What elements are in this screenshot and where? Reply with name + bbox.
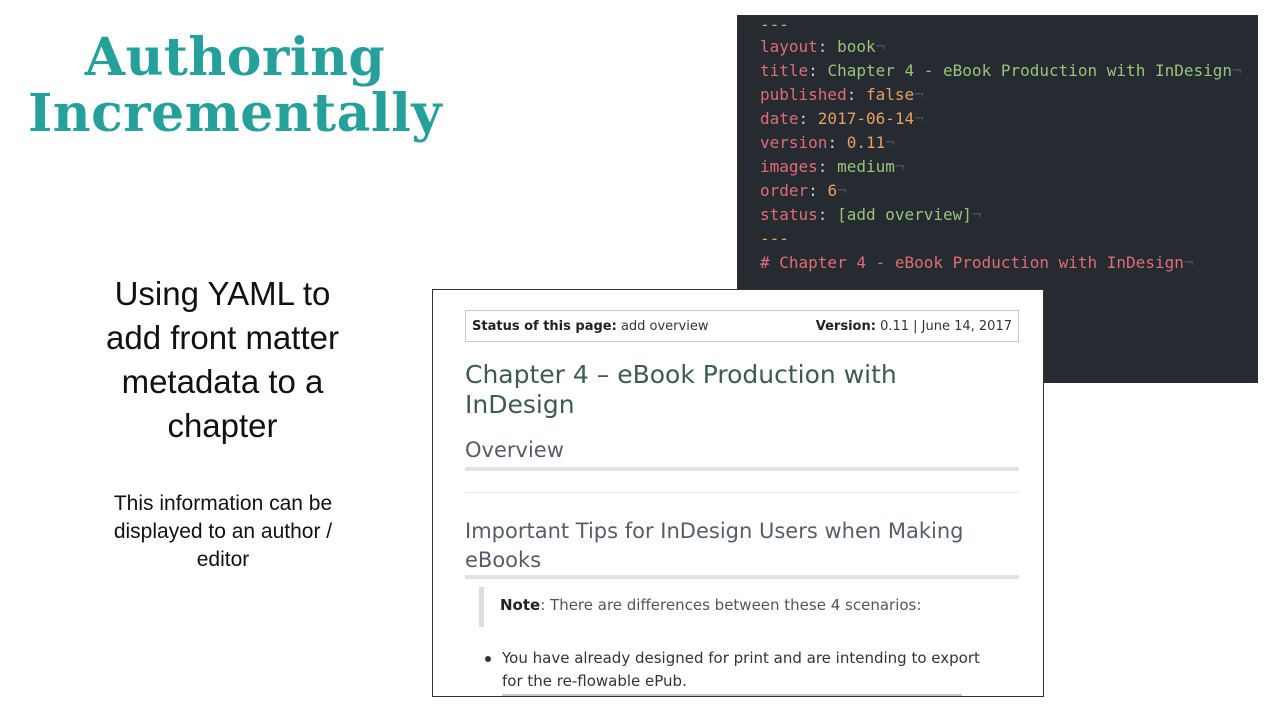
yaml-line-date: date: 2017-06-14¬ — [760, 109, 924, 128]
chapter-title: Chapter 4 – eBook Production with InDesi… — [465, 360, 897, 419]
yaml-line-title: title: Chapter 4 - eBook Production with… — [760, 61, 1242, 80]
slide-title-line: Incrementally — [27, 83, 443, 144]
slide-title-line: Authoring — [84, 27, 386, 88]
yaml-line-status: status: [add overview]¬ — [760, 205, 982, 224]
list-item: You have already designed for print and … — [485, 647, 1005, 693]
slide-caption: This information can be displayed to an … — [88, 490, 358, 574]
caption-line: displayed to an author / — [113, 520, 333, 543]
markdown-heading: # Chapter 4 - eBook Production with InDe… — [760, 253, 1194, 272]
page-version: Version: 0.11 | June 14, 2017 — [815, 319, 1012, 334]
yaml-delimiter-close: --- — [760, 229, 789, 248]
note-text: : There are differences between these 4 … — [540, 596, 922, 614]
subtitle-line: Using YAML to — [114, 275, 331, 312]
page-status-bar: Status of this page: add overview Versio… — [465, 310, 1019, 342]
subtitle-line: metadata to a — [121, 363, 324, 400]
yaml-line-images: images: medium¬ — [760, 157, 905, 176]
note-label: Note — [500, 596, 541, 614]
slide-title: Authoring Incrementally — [20, 30, 450, 142]
slide-subtitle: Using YAML to add front matter metadata … — [60, 272, 385, 448]
list-item-clipped — [502, 689, 1002, 696]
rendered-page-panel: Status of this page: add overview Versio… — [432, 289, 1044, 697]
tips-heading: Important Tips for InDesign Users when M… — [465, 517, 1019, 579]
yaml-line-version: version: 0.11¬ — [760, 133, 895, 152]
yaml-delimiter-open: --- — [760, 15, 789, 34]
note-blockquote: Note: There are differences between thes… — [479, 587, 979, 627]
overview-heading: Overview — [465, 436, 1019, 471]
yaml-line-published: published: false¬ — [760, 85, 924, 104]
bullet-icon — [485, 656, 491, 662]
caption-line: This information can be — [113, 492, 333, 515]
yaml-line-layout: layout: book¬ — [760, 37, 886, 56]
caption-line: editor — [196, 548, 250, 571]
page-status: Status of this page: add overview — [472, 319, 709, 334]
subtitle-line: chapter — [167, 407, 278, 444]
subtitle-line: add front matter — [106, 319, 339, 356]
yaml-line-order: order: 6¬ — [760, 181, 847, 200]
divider — [465, 492, 1019, 493]
